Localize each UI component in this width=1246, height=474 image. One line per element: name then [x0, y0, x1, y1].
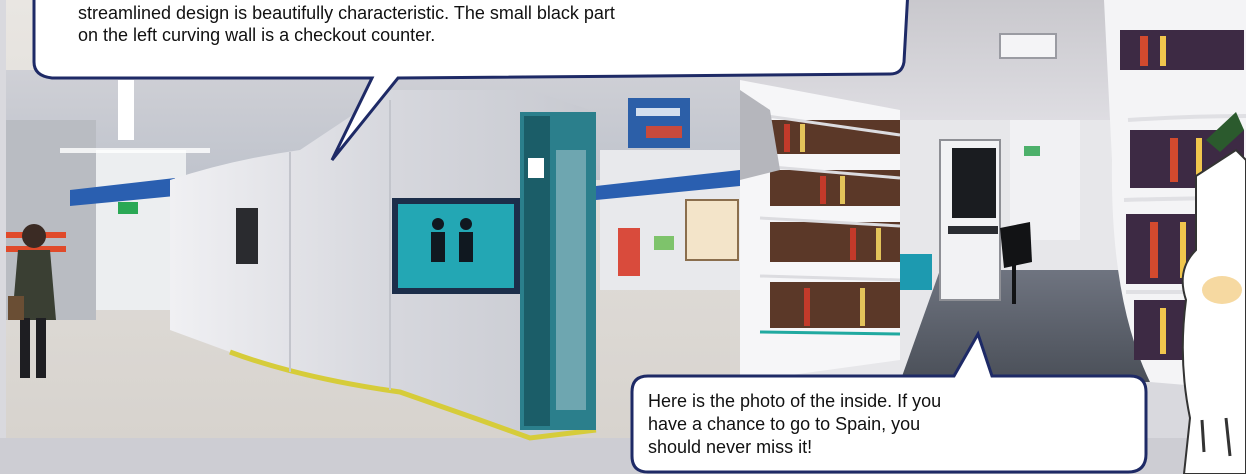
photo-collage: [6, 0, 1246, 474]
top-bubble-line-2: on the left curving wall is a checkout c…: [78, 25, 436, 45]
top-bubble-line-1: streamlined design is beautifully charac…: [78, 3, 615, 23]
bottom-bubble-line-1: Here is the photo of the inside. If you: [648, 391, 942, 411]
left-shelves: [740, 80, 901, 382]
bottom-bubble-text: Here is the photo of the inside. If you …: [648, 390, 988, 459]
bottom-bubble-line-3: should never miss it!: [648, 437, 813, 457]
top-bubble-text: streamlined design is beautifully charac…: [78, 2, 838, 46]
bottom-bubble-line-2: have a chance to go to Spain, you: [648, 414, 921, 434]
